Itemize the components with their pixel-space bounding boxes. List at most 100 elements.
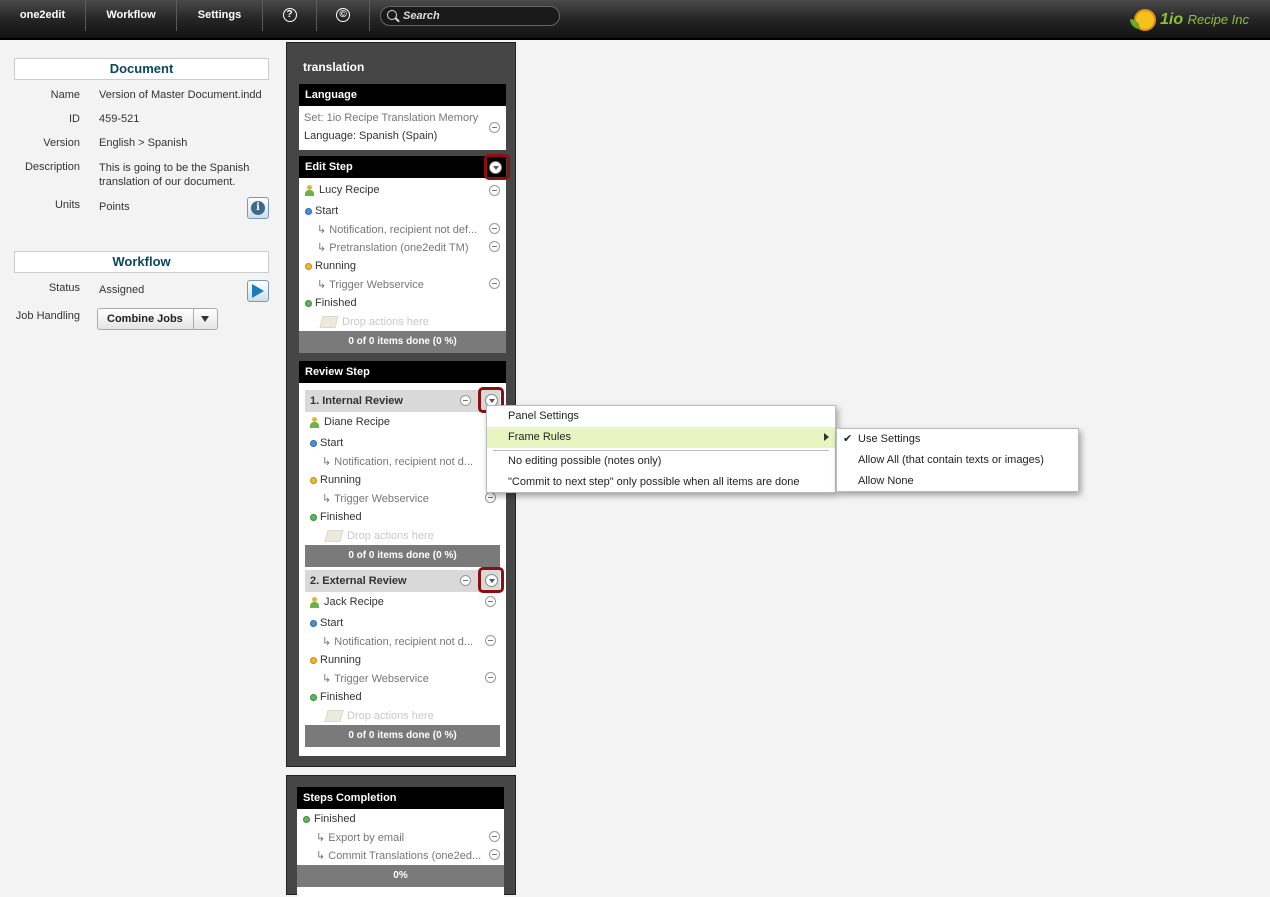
edit-step-header: Edit Step: [299, 156, 506, 178]
steps-completion-header: Steps Completion: [297, 787, 504, 809]
start-label: Start: [315, 205, 339, 217]
job-handling-select[interactable]: Combine Jobs: [97, 308, 218, 330]
highlight-box: [484, 154, 510, 180]
start-workflow-button[interactable]: [247, 280, 269, 302]
user-icon: [310, 417, 319, 428]
chevron-down-icon: [193, 309, 217, 329]
finished-label: Finished: [320, 691, 362, 703]
running-label: Running: [320, 654, 361, 666]
search-input[interactable]: Search: [380, 6, 560, 26]
remove-icon[interactable]: [489, 122, 500, 133]
drop-actions-icon: [324, 710, 344, 722]
remove-icon[interactable]: [485, 596, 496, 607]
nav-settings[interactable]: Settings: [177, 0, 263, 31]
info-button[interactable]: i: [247, 197, 269, 219]
finished-status-icon: [305, 300, 312, 307]
remove-icon[interactable]: [489, 241, 500, 252]
submenu-item-allow-none[interactable]: Allow None: [837, 471, 1078, 492]
running-label: Running: [315, 260, 356, 272]
status-value: Assigned: [99, 284, 145, 296]
steps-completion-block: Steps Completion Finished ↳ Export by em…: [297, 787, 504, 897]
running-status-icon: [310, 477, 317, 484]
running-status-icon: [310, 657, 317, 664]
id-label: ID: [69, 113, 80, 125]
units-value: Points: [99, 201, 130, 213]
info-icon: i: [251, 201, 265, 215]
completion-progress: 0%: [297, 865, 504, 887]
remove-icon[interactable]: [489, 831, 500, 842]
document-section-title: Document: [14, 58, 269, 80]
submenu-arrow-icon: [824, 433, 829, 441]
menu-item-commit-rule[interactable]: "Commit to next step" only possible when…: [487, 472, 835, 493]
running-action-1: ↳ Trigger Webservice: [317, 279, 424, 291]
finished-label: Finished: [315, 297, 357, 309]
submenu-item-allow-all[interactable]: Allow All (that contain texts or images): [837, 450, 1078, 471]
remove-icon[interactable]: [460, 575, 471, 586]
remove-icon[interactable]: [485, 635, 496, 646]
running-action: ↳ Trigger Webservice: [322, 493, 429, 505]
finished-status-icon: [310, 514, 317, 521]
drop-actions-icon: [319, 316, 339, 328]
version-label: Version: [43, 137, 80, 149]
remove-icon[interactable]: [489, 849, 500, 860]
external-review-user: Jack Recipe: [324, 596, 384, 608]
steps-completion-panel: Steps Completion Finished ↳ Export by em…: [286, 775, 516, 897]
running-label: Running: [320, 474, 361, 486]
menu-item-frame-rules[interactable]: Frame Rules: [487, 427, 835, 448]
remove-icon[interactable]: [485, 492, 496, 503]
remove-icon[interactable]: [460, 395, 471, 406]
user-icon: [310, 597, 319, 608]
menu-item-no-editing[interactable]: No editing possible (notes only): [487, 451, 835, 472]
start-action: ↳ Notification, recipient not d...: [322, 636, 474, 648]
remove-icon[interactable]: [485, 672, 496, 683]
start-status-icon: [310, 440, 317, 447]
drop-actions-icon: [324, 530, 344, 542]
finished-label: Finished: [314, 813, 356, 825]
start-label: Start: [320, 437, 344, 449]
description-label: Description: [24, 161, 80, 173]
start-action-2: ↳ Pretranslation (one2edit TM): [317, 242, 469, 254]
drop-actions-target[interactable]: Drop actions here: [347, 710, 434, 722]
description-value: This is going to be the Spanish translat…: [99, 162, 250, 188]
start-action: ↳ Notification, recipient not d...: [322, 456, 474, 468]
copyright-button[interactable]: ©: [317, 0, 370, 31]
submenu-item-use-settings[interactable]: ✔ Use Settings: [837, 429, 1078, 450]
lemon-logo-icon: [1130, 8, 1156, 31]
menu-item-panel-settings[interactable]: Panel Settings: [487, 406, 835, 427]
drop-actions-target[interactable]: Drop actions here: [342, 316, 429, 328]
language-block: Language Set: 1io Recipe Translation Mem…: [299, 84, 506, 150]
finished-status-icon: [310, 694, 317, 701]
drop-actions-target[interactable]: Drop actions here: [347, 530, 434, 542]
completion-action-2: ↳ Commit Translations (one2ed...: [316, 850, 482, 862]
nav-one2edit[interactable]: one2edit: [0, 0, 86, 31]
id-value: 459-521: [99, 113, 140, 125]
remove-icon[interactable]: [489, 278, 500, 289]
running-status-icon: [305, 263, 312, 270]
language-value: Language: Spanish (Spain): [304, 130, 438, 142]
status-label: Status: [48, 282, 80, 294]
top-bar: one2edit Workflow Settings ? © Search 1i…: [0, 0, 1270, 40]
user-icon: [305, 185, 314, 196]
start-status-icon: [305, 208, 312, 215]
start-action-1: ↳ Notification, recipient not def...: [317, 224, 478, 236]
remove-icon[interactable]: [489, 185, 500, 196]
running-action: ↳ Trigger Webservice: [322, 673, 429, 685]
language-header: Language: [299, 84, 506, 106]
nav-workflow[interactable]: Workflow: [86, 0, 177, 31]
company-logo: 1io Recipe Inc: [1130, 5, 1249, 35]
help-icon: ?: [282, 8, 297, 23]
highlight-box: [478, 567, 504, 593]
help-button[interactable]: ?: [263, 0, 317, 31]
workflow-section-title: Workflow: [14, 251, 269, 273]
remove-icon[interactable]: [489, 223, 500, 234]
internal-review-user: Diane Recipe: [324, 416, 391, 428]
frame-rules-submenu: ✔ Use Settings Allow All (that contain te…: [836, 428, 1079, 492]
review-options-menu: Panel Settings Frame Rules No editing po…: [486, 405, 836, 493]
start-status-icon: [310, 620, 317, 627]
name-value: Version of Master Document.indd: [99, 89, 262, 101]
finished-status-icon: [303, 816, 310, 823]
copyright-icon: ©: [336, 8, 350, 23]
play-icon: [252, 284, 264, 298]
translation-memory-set: Set: 1io Recipe Translation Memory: [304, 112, 479, 124]
internal-review-progress: 0 of 0 items done (0 %): [305, 545, 500, 567]
